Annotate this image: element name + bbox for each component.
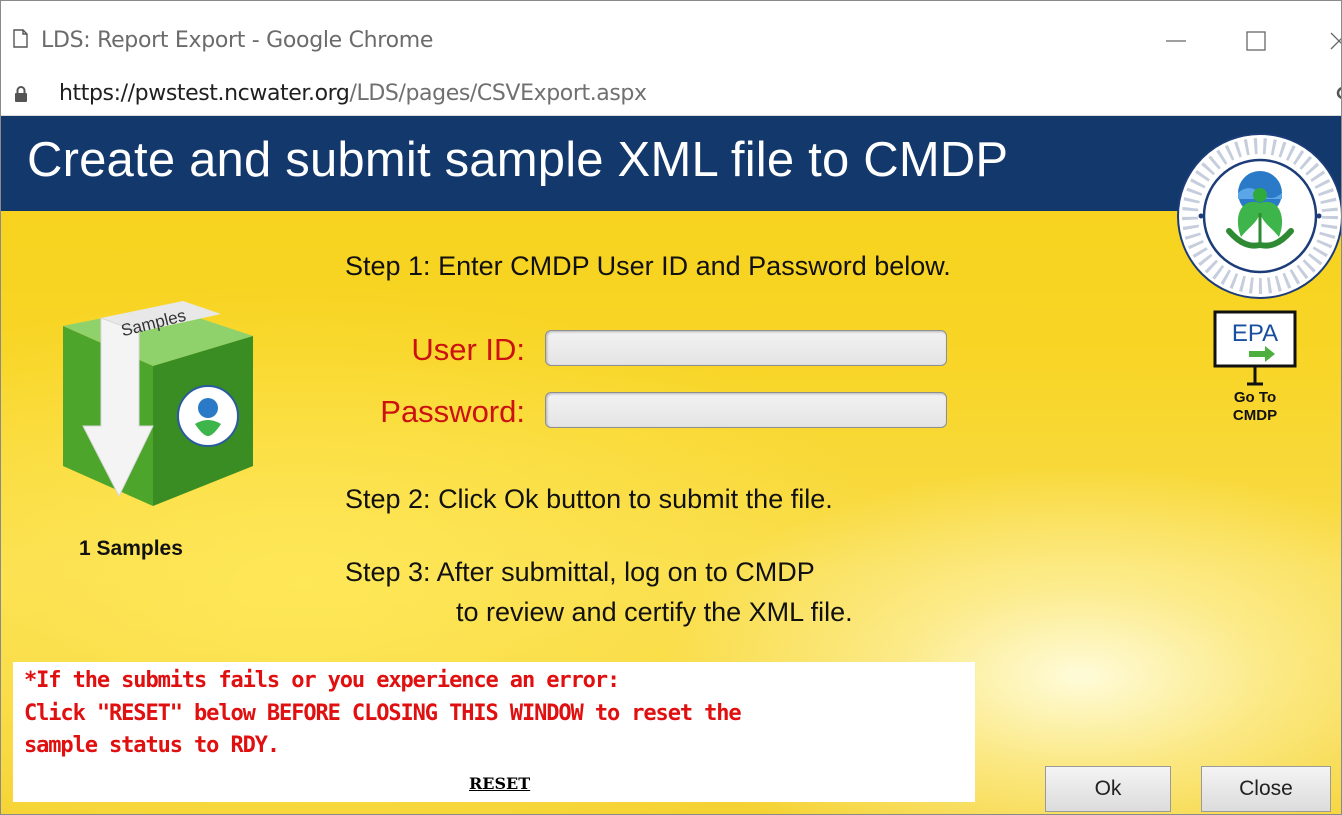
step1-text: Step 1: Enter CMDP User ID and Password …: [345, 251, 951, 281]
title-bar: LDS: Report Export - Google Chrome: [1, 1, 1341, 75]
goto-line2: CMDP: [1232, 407, 1278, 424]
maximize-icon[interactable]: [1236, 21, 1276, 61]
page-icon: [13, 29, 28, 48]
url-host: https://pwstest.ncwater.org: [59, 81, 350, 106]
header-banner: Create and submit sample XML file to CMD…: [1, 116, 1341, 211]
url-text[interactable]: https://pwstest.ncwater.org/LDS/pages/CS…: [59, 81, 647, 106]
step3-text-continued: to review and certify the XML file.: [456, 597, 853, 627]
close-button[interactable]: Close: [1201, 766, 1331, 812]
browser-window: LDS: Report Export - Google Chrome https…: [0, 0, 1342, 815]
user-id-label: User ID:: [411, 332, 525, 367]
page-content: Create and submit sample XML file to CMD…: [1, 116, 1341, 814]
password-input[interactable]: [545, 392, 947, 428]
epa-seal-icon: [1177, 133, 1341, 299]
password-label: Password:: [380, 394, 525, 429]
epa-text: EPA: [1232, 320, 1278, 347]
step2-text: Step 2: Click Ok button to submit the fi…: [345, 484, 833, 514]
key-icon[interactable]: [1333, 83, 1342, 103]
page-title: Create and submit sample XML file to CMD…: [27, 133, 1009, 187]
epa-monitor-icon: EPA: [1213, 310, 1297, 386]
goto-line1: Go To: [1233, 389, 1277, 406]
samples-count: 1 Samples: [79, 537, 183, 560]
minimize-icon[interactable]: [1156, 21, 1196, 61]
goto-cmdp-label: Go To CMDP: [1213, 389, 1297, 425]
user-id-input[interactable]: [545, 330, 947, 366]
warning-line2: Click "RESET" below BEFORE CLOSING THIS …: [24, 701, 742, 726]
url-path: /LDS/pages/CSVExport.aspx: [349, 81, 648, 106]
samples-box-icon: Samples: [63, 301, 253, 506]
close-icon[interactable]: [1319, 21, 1342, 61]
warning-line3: sample status to RDY.: [24, 733, 280, 758]
step3-text: Step 3: After submittal, log on to CMDP: [345, 557, 815, 587]
warning-box: *If the submits fails or you experience …: [13, 662, 975, 802]
goto-cmdp-link[interactable]: EPA Go To CMDP: [1213, 309, 1297, 439]
lock-icon[interactable]: [14, 85, 28, 103]
reset-link[interactable]: RESET: [469, 774, 530, 793]
warning-line1: *If the submits fails or you experience …: [24, 668, 620, 693]
window-title: LDS: Report Export - Google Chrome: [41, 28, 434, 53]
ok-button[interactable]: Ok: [1045, 766, 1171, 812]
